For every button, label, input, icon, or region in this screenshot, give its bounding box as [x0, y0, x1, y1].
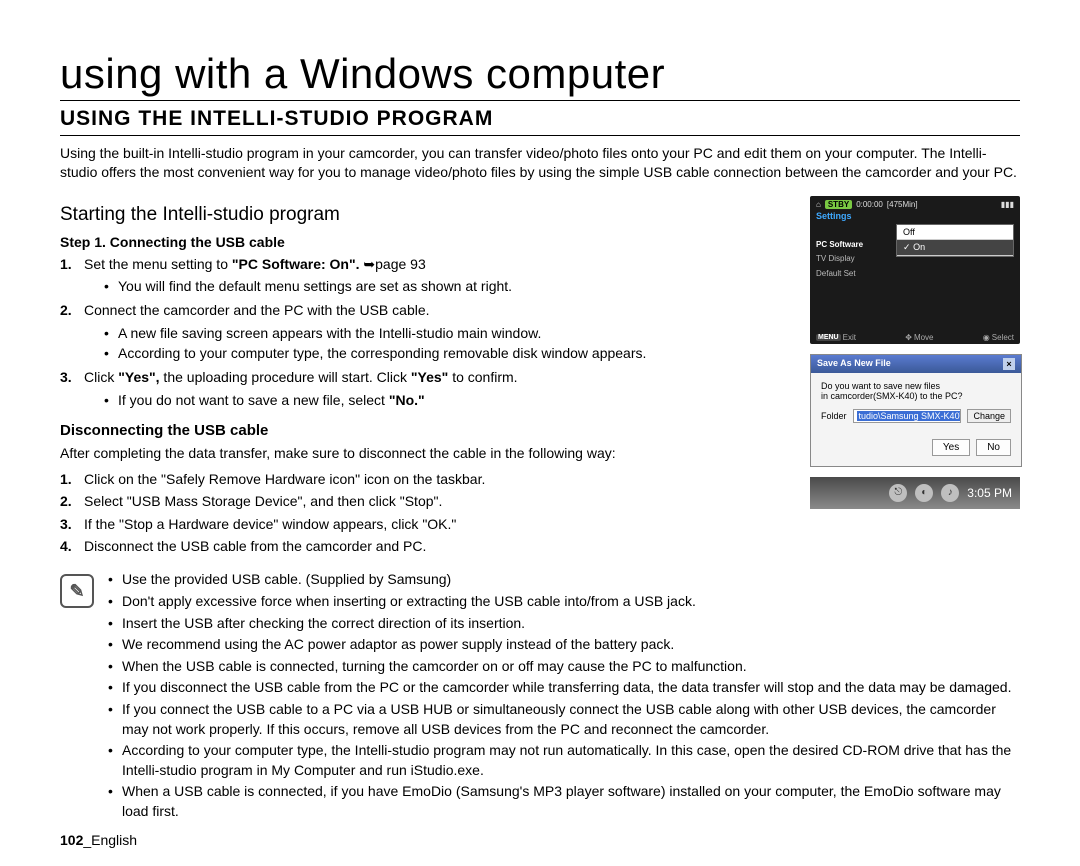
list-num: 1. [60, 254, 76, 299]
page-number: 102 [60, 832, 83, 848]
dialog-line2: in camcorder(SMX-K40) to the PC? [821, 391, 1011, 401]
lcd-settings-label: Settings [816, 211, 1014, 221]
note-item: Insert the USB after checking the correc… [108, 614, 1020, 634]
step1-2-sub-bullet: A new file saving screen appears with th… [118, 323, 646, 343]
lcd-select-label: Select [992, 333, 1014, 342]
dialog-title-text: Save As New File [817, 358, 891, 370]
lcd-menu-item: Default Set [816, 267, 863, 281]
list-num: 4. [60, 536, 76, 556]
lcd-menu-badge: MENU [816, 334, 841, 341]
tray-icon: ◐ [915, 484, 933, 502]
card-icon: ⌂ [816, 200, 821, 209]
list-num: 1. [60, 469, 76, 489]
step1-3-sub-bullet: If you do not want to save a new file, s… [118, 390, 518, 410]
list-num: 3. [60, 514, 76, 534]
dialog-titlebar: Save As New File × [811, 355, 1021, 373]
lcd-menu-option-on: ✓ On [897, 240, 1013, 256]
list-num: 3. [60, 367, 76, 412]
lcd-move-label: Move [914, 333, 934, 342]
step1-1-text: Set the menu setting to "PC Software: On… [84, 256, 426, 272]
dialog-change-button: Change [967, 409, 1011, 423]
note-item: We recommend using the AC power adaptor … [108, 635, 1020, 655]
camcorder-lcd-illustration: ⌂ STBY 0:00:00 [475Min] ▮▮▮ Settings PC … [810, 196, 1020, 344]
check-icon: ✓ [903, 242, 911, 252]
stby-badge: STBY [825, 200, 852, 209]
disc-step: Click on the "Safely Remove Hardware ico… [84, 469, 485, 489]
lcd-menu-item: TV Display [816, 252, 863, 266]
lcd-menu-item: PC Software [816, 238, 863, 252]
note-block: ✎ Use the provided USB cable. (Supplied … [60, 570, 1020, 823]
lcd-remain: [475Min] [887, 200, 918, 209]
dpad-icon: ✥ [905, 333, 912, 342]
list-num: 2. [60, 491, 76, 511]
dialog-yes-button: Yes [932, 439, 970, 456]
close-icon: × [1003, 358, 1015, 370]
main-content-column: Starting the Intelli-studio program Step… [60, 196, 798, 561]
lcd-bottom-bar: MENU Exit ✥ Move ◉ Select [816, 333, 1014, 342]
step1-3-text: Click "Yes", the uploading procedure wil… [84, 369, 518, 385]
lcd-menu-option-off: Off [897, 225, 1013, 240]
dialog-folder-label: Folder [821, 411, 847, 421]
ok-icon: ◉ [983, 333, 990, 342]
page-footer: 102_English [60, 832, 137, 848]
disc-step: Select "USB Mass Storage Device", and th… [84, 491, 442, 511]
illustrations-column: ⌂ STBY 0:00:00 [475Min] ▮▮▮ Settings PC … [810, 196, 1020, 509]
disc-step: If the "Stop a Hardware device" window a… [84, 514, 456, 534]
dialog-path: tudio\Samsung SMX-K40\ [853, 409, 962, 423]
chapter-title: using with a Windows computer [60, 50, 1020, 101]
dialog-line1: Do you want to save new files [821, 381, 1011, 391]
note-item: Don't apply excessive force when inserti… [108, 592, 1020, 612]
section-title: USING THE INTELLI-STUDIO PROGRAM [60, 107, 1020, 136]
note-list: Use the provided USB cable. (Supplied by… [108, 570, 1020, 823]
subsection-title: Starting the Intelli-studio program [60, 204, 798, 226]
disc-step: Disconnect the USB cable from the camcor… [84, 536, 426, 556]
taskbar-illustration: ⎋ ◐ ♪ 3:05 PM [810, 477, 1020, 509]
note-item: According to your computer type, the Int… [108, 741, 1020, 780]
lcd-right-menu: Off ✓ On [896, 224, 1014, 257]
disconnect-list: 1. Click on the "Safely Remove Hardware i… [60, 469, 798, 556]
step1-title: Step 1. Connecting the USB cable [60, 234, 798, 250]
page-language: _English [83, 832, 137, 848]
tray-icon: ♪ [941, 484, 959, 502]
battery-icon: ▮▮▮ [1001, 200, 1014, 209]
save-file-dialog-illustration: Save As New File × Do you want to save n… [810, 354, 1022, 467]
step1-2-text: Connect the camcorder and the PC with th… [84, 302, 430, 318]
lcd-exit-label: Exit [843, 333, 856, 342]
lcd-left-menu: PC Software TV Display Default Set [816, 238, 863, 281]
dialog-no-button: No [976, 439, 1011, 456]
disconnect-intro: After completing the data transfer, make… [60, 443, 798, 463]
taskbar-clock: 3:05 PM [967, 486, 1012, 500]
note-item: When the USB cable is connected, turning… [108, 657, 1020, 677]
disconnect-title: Disconnecting the USB cable [60, 422, 798, 439]
note-item: If you connect the USB cable to a PC via… [108, 700, 1020, 739]
step1-2-sub-bullet: According to your computer type, the cor… [118, 343, 646, 363]
safely-remove-hardware-icon: ⎋ [889, 484, 907, 502]
lcd-time: 0:00:00 [856, 200, 883, 209]
goto-arrow-icon: ➥ [363, 256, 375, 272]
intro-paragraph: Using the built-in Intelli-studio progra… [60, 144, 1020, 182]
note-item: If you disconnect the USB cable from the… [108, 678, 1020, 698]
step1-1-sub-bullet: You will find the default menu settings … [118, 276, 512, 296]
note-item: When a USB cable is connected, if you ha… [108, 782, 1020, 821]
manual-page: using with a Windows computer USING THE … [0, 0, 1080, 866]
note-icon: ✎ [60, 574, 94, 608]
step1-list: 1. Set the menu setting to "PC Software:… [60, 254, 798, 412]
note-item: Use the provided USB cable. (Supplied by… [108, 570, 1020, 590]
list-num: 2. [60, 300, 76, 365]
